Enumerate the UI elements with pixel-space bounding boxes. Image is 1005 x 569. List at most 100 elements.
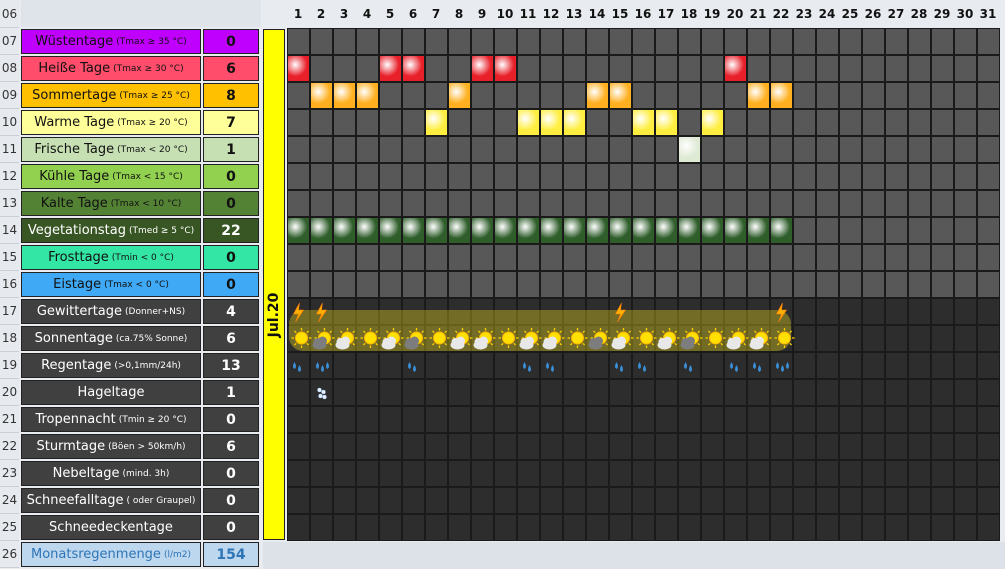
day-cell — [563, 433, 586, 460]
day-cell — [724, 163, 747, 190]
day-cell — [816, 55, 839, 82]
day-cell — [908, 136, 931, 163]
vegetationstag-mark — [333, 217, 356, 244]
frische-tage-mark — [678, 136, 701, 163]
day-cell — [816, 217, 839, 244]
row-number: 23 — [0, 460, 19, 487]
day-cell — [632, 460, 655, 487]
day-cell — [356, 298, 379, 325]
day-cell — [632, 514, 655, 541]
day-cell — [632, 244, 655, 271]
day-cell — [632, 298, 655, 325]
day-cell — [678, 487, 701, 514]
category-label: Sommertage (Tmax ≥ 25 °C) — [21, 83, 201, 108]
day-cell — [379, 82, 402, 109]
category-name: Sturmtage — [36, 439, 106, 454]
day-cell — [931, 460, 954, 487]
category-name: Monatsregenmenge — [30, 547, 161, 562]
day-cell — [816, 82, 839, 109]
category-label: Regentage (>0,1mm/24h) — [21, 353, 201, 378]
day-cell — [287, 136, 310, 163]
category-count: 6 — [203, 434, 259, 459]
day-cell — [655, 460, 678, 487]
day-cell — [931, 217, 954, 244]
day-cell — [517, 163, 540, 190]
day-cell — [931, 406, 954, 433]
day-cell — [678, 190, 701, 217]
day-cell — [494, 28, 517, 55]
day-cell — [494, 379, 517, 406]
day-cell — [816, 325, 839, 352]
day-cell — [356, 352, 379, 379]
day-cell — [747, 460, 770, 487]
day-cell — [862, 325, 885, 352]
day-cell — [793, 190, 816, 217]
day-cell — [747, 136, 770, 163]
day-cell — [586, 325, 609, 352]
day-cell — [954, 514, 977, 541]
day-cell — [517, 136, 540, 163]
day-cell — [931, 433, 954, 460]
day-cell — [310, 460, 333, 487]
day-cell — [425, 514, 448, 541]
day-cell — [379, 109, 402, 136]
day-cell — [701, 433, 724, 460]
day-cell — [494, 163, 517, 190]
day-number: 28 — [910, 7, 928, 21]
sommertage-mark — [770, 82, 793, 109]
day-cell — [931, 109, 954, 136]
day-cell — [793, 325, 816, 352]
day-cell — [839, 514, 862, 541]
day-cell — [793, 487, 816, 514]
vegetationstag-mark — [494, 217, 517, 244]
day-cell — [747, 379, 770, 406]
day-cell — [655, 433, 678, 460]
month-label: Jul.20 — [266, 292, 282, 338]
day-number: 3 — [339, 7, 349, 21]
day-cell — [494, 109, 517, 136]
day-cell — [333, 514, 356, 541]
day-cell — [356, 190, 379, 217]
day-cell — [885, 271, 908, 298]
day-cell — [494, 325, 517, 352]
day-cell — [793, 460, 816, 487]
day-cell — [977, 55, 1000, 82]
day-cell — [701, 325, 724, 352]
day-cell — [402, 379, 425, 406]
day-cell — [310, 298, 333, 325]
day-cell — [356, 514, 379, 541]
day-cell — [586, 244, 609, 271]
day-cell — [747, 406, 770, 433]
day-cell — [655, 271, 678, 298]
day-cell — [448, 406, 471, 433]
day-cell — [793, 379, 816, 406]
day-cell — [609, 325, 632, 352]
day-cell — [770, 460, 793, 487]
category-detail: (Tmax ≥ 30 °C) — [113, 63, 184, 74]
day-number: 31 — [979, 7, 997, 21]
day-cell — [517, 352, 540, 379]
day-cell — [701, 514, 724, 541]
day-cell — [908, 244, 931, 271]
category-count: 0 — [203, 272, 259, 297]
day-cell — [770, 244, 793, 271]
day-cell — [816, 352, 839, 379]
day-cell — [816, 109, 839, 136]
day-cell — [862, 352, 885, 379]
day-cell — [977, 28, 1000, 55]
day-cell — [632, 190, 655, 217]
category-count: 0 — [203, 245, 259, 270]
day-cell — [954, 298, 977, 325]
day-cell — [839, 406, 862, 433]
day-cell — [540, 487, 563, 514]
day-cell — [379, 244, 402, 271]
category-count: 6 — [203, 326, 259, 351]
day-cell — [310, 136, 333, 163]
day-cell — [310, 28, 333, 55]
day-cell — [287, 163, 310, 190]
day-cell — [954, 109, 977, 136]
day-cell — [379, 136, 402, 163]
day-cell — [425, 82, 448, 109]
day-cell — [954, 352, 977, 379]
category-name: Sonnentage — [34, 331, 113, 346]
